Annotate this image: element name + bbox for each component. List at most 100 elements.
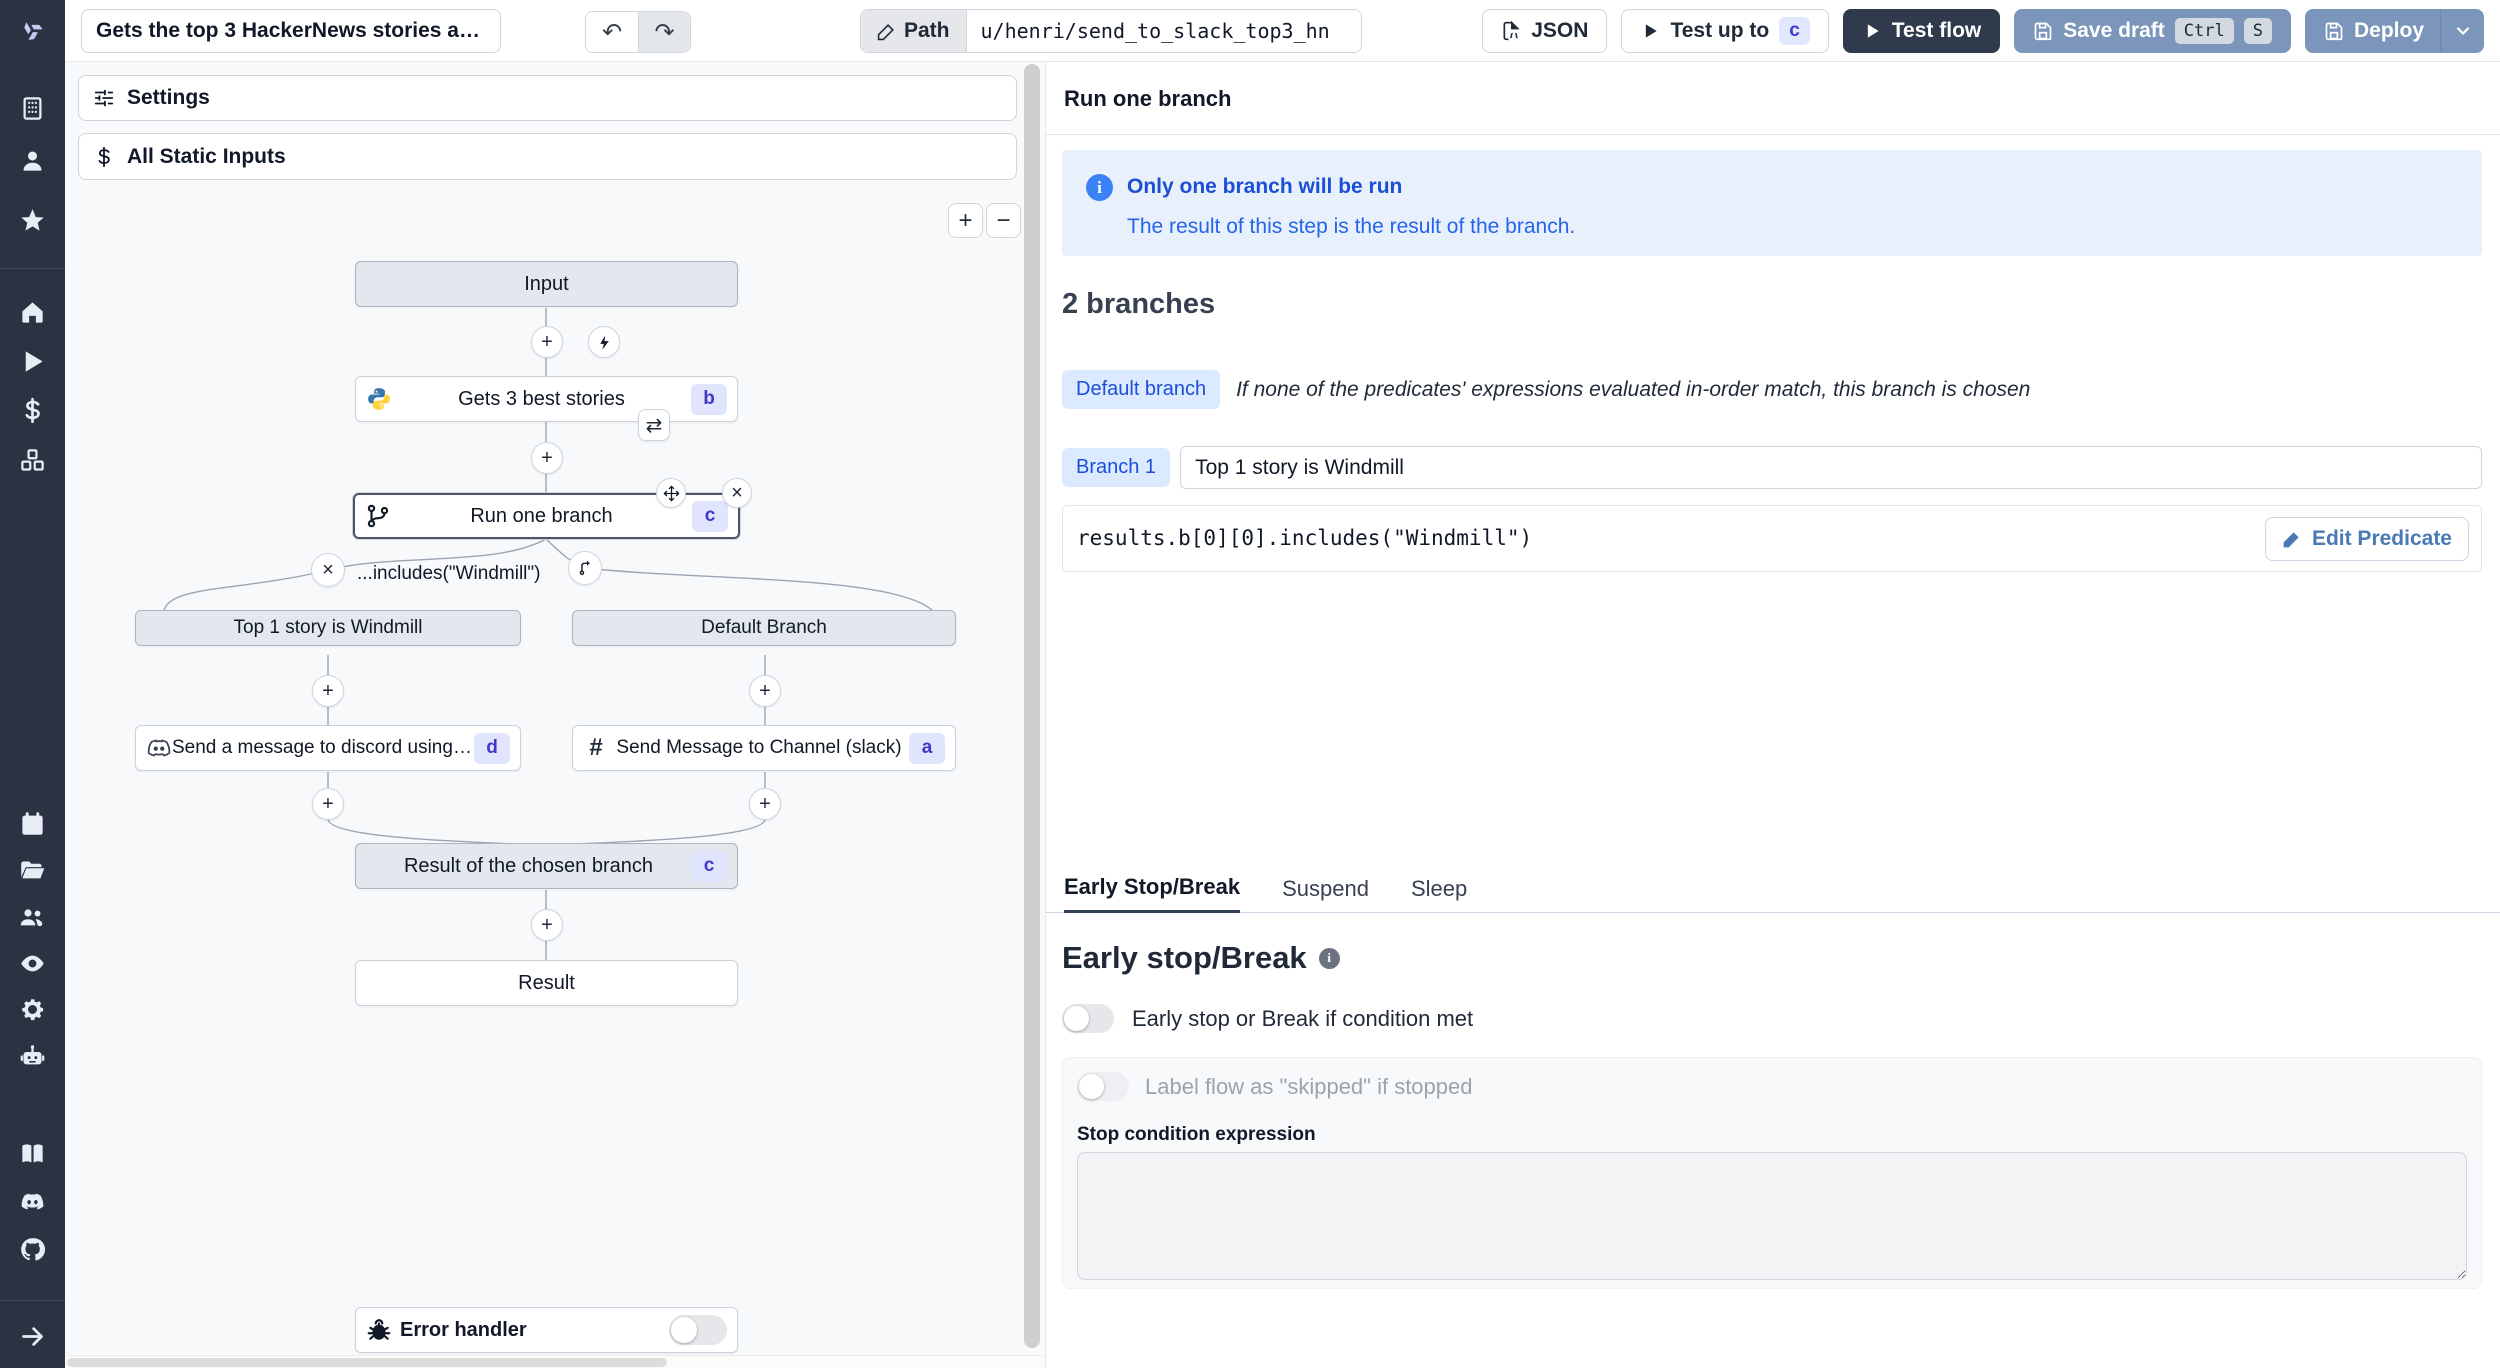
move-node-button[interactable] <box>656 478 686 508</box>
add-step-button[interactable]: + <box>531 326 563 358</box>
slack-hash-icon: # <box>589 734 603 761</box>
pencil-icon <box>2282 529 2302 549</box>
remove-branch-button[interactable]: × <box>311 553 345 587</box>
node-label: Default Branch <box>701 617 827 638</box>
top-toolbar: ↶ ↷ Path JSON Test up to c Test flow Sav… <box>65 0 2500 62</box>
flow-canvas-panel: Settings All Static Inputs + − Input + G… <box>65 62 1045 1368</box>
keycap-s: S <box>2243 18 2272 44</box>
path-label: Path <box>904 19 950 42</box>
step-id-badge: d <box>474 732 510 764</box>
flow-vertical-scrollbar[interactable] <box>1022 62 1042 1352</box>
schedules-calendar-icon[interactable] <box>0 803 65 843</box>
step-id-badge: c <box>692 500 728 532</box>
flow-summary-input[interactable] <box>81 9 501 53</box>
bug-icon <box>366 1317 392 1343</box>
label-skipped-toggle-label: Label flow as "skipped" if stopped <box>1145 1073 1473 1099</box>
redo-button[interactable]: ↷ <box>638 12 690 52</box>
deploy-button[interactable]: Deploy <box>2304 9 2484 53</box>
flow-settings-button[interactable]: Settings <box>78 75 1017 121</box>
path-chip[interactable]: Path <box>861 10 966 52</box>
all-static-inputs-button[interactable]: All Static Inputs <box>78 133 1017 180</box>
settings-gear-icon[interactable] <box>0 989 65 1029</box>
undo-redo-group: ↶ ↷ <box>585 11 691 53</box>
path-input[interactable] <box>965 10 1361 52</box>
folders-icon[interactable] <box>0 850 65 890</box>
user-icon[interactable] <box>0 140 65 180</box>
variables-dollar-icon[interactable] <box>0 390 65 430</box>
git-branch-icon <box>365 503 391 529</box>
branch-header-right[interactable]: Default Branch <box>572 610 956 646</box>
node-gets-stories[interactable]: Gets 3 best stories b <box>355 376 738 422</box>
info-icon: i <box>1086 174 1113 201</box>
add-branch-button[interactable] <box>568 551 602 585</box>
edit-predicate-label: Edit Predicate <box>2311 527 2452 550</box>
undo-button[interactable]: ↶ <box>586 12 638 52</box>
stop-condition-textarea[interactable] <box>1077 1152 2467 1280</box>
windmill-logo[interactable] <box>0 10 65 50</box>
node-label: Input <box>524 272 569 295</box>
branch-predicate-edge-label: ...includes("Windmill") <box>357 563 541 584</box>
resources-cubes-icon[interactable] <box>0 440 65 480</box>
label-skipped-toggle[interactable] <box>1077 1072 1129 1101</box>
add-step-button[interactable]: + <box>312 675 344 707</box>
flow-horizontal-scrollbar[interactable] <box>65 1355 1045 1368</box>
branch1-name-input[interactable] <box>1180 446 2482 489</box>
node-label: Result of the chosen branch <box>403 854 654 877</box>
early-stop-toggle-label: Early stop or Break if condition met <box>1132 1005 1474 1031</box>
play-icon <box>1862 21 1882 41</box>
play-icon <box>1640 21 1660 41</box>
groups-users-icon[interactable] <box>0 897 65 937</box>
test-flow-label: Test flow <box>1891 19 1982 42</box>
node-label: Send a message to discord using w... <box>172 737 474 758</box>
branch1-badge: Branch 1 <box>1062 448 1171 487</box>
node-discord[interactable]: Send a message to discord using w... d <box>135 725 521 771</box>
branch-header-left[interactable]: Top 1 story is Windmill <box>135 610 521 646</box>
sidebar-divider <box>0 1300 65 1301</box>
node-error-handler[interactable]: Error handler <box>355 1307 738 1353</box>
error-handler-toggle[interactable] <box>669 1315 727 1345</box>
node-label: Error handler <box>400 1318 527 1341</box>
predicate-expression: results.b[0][0].includes("Windmill") <box>1077 526 1533 550</box>
runs-play-icon[interactable] <box>0 341 65 381</box>
node-input[interactable]: Input <box>355 261 738 307</box>
discord-outline-icon <box>146 735 172 761</box>
audit-eye-icon[interactable] <box>0 943 65 983</box>
github-icon[interactable] <box>0 1229 65 1269</box>
ai-robot-icon[interactable] <box>0 1036 65 1076</box>
zoom-in-button[interactable]: + <box>948 203 983 238</box>
retry-loop-button[interactable]: ⇄ <box>638 409 670 441</box>
favorites-star-icon[interactable] <box>0 200 65 240</box>
save-icon <box>2324 21 2344 41</box>
save-icon <box>2033 21 2053 41</box>
chevron-down-icon[interactable] <box>2453 21 2473 41</box>
early-stop-toggle[interactable] <box>1062 1004 1114 1033</box>
edit-predicate-button[interactable]: Edit Predicate <box>2264 517 2469 561</box>
docs-book-icon[interactable] <box>0 1133 65 1173</box>
node-slack[interactable]: # Send Message to Channel (slack) a <box>572 725 956 771</box>
add-step-button[interactable]: + <box>749 675 781 707</box>
test-up-to-button[interactable]: Test up to c <box>1621 9 1829 53</box>
home-icon[interactable] <box>0 292 65 332</box>
test-flow-button[interactable]: Test flow <box>1842 9 2001 53</box>
add-step-button[interactable]: + <box>312 788 344 820</box>
trigger-bolt-button[interactable] <box>588 326 620 358</box>
expand-arrow-icon[interactable] <box>0 1316 65 1356</box>
tab-early-stop-break[interactable]: Early Stop/Break <box>1064 874 1241 913</box>
step-id-badge: a <box>909 732 945 764</box>
json-button[interactable]: JSON <box>1482 9 1608 53</box>
tab-suspend[interactable]: Suspend <box>1282 876 1369 912</box>
node-result-chosen-branch[interactable]: Result of the chosen branch c <box>355 843 738 889</box>
save-draft-button[interactable]: Save draft Ctrl S <box>2014 9 2291 53</box>
add-step-button[interactable]: + <box>749 788 781 820</box>
add-step-button[interactable]: + <box>531 909 563 941</box>
add-step-button[interactable]: + <box>531 442 563 474</box>
workspace-icon[interactable] <box>0 88 65 128</box>
zoom-out-button[interactable]: − <box>986 203 1021 238</box>
discord-icon[interactable] <box>0 1181 65 1221</box>
node-label: Result <box>518 971 575 994</box>
delete-node-button[interactable]: × <box>722 478 752 508</box>
tab-sleep[interactable]: Sleep <box>1411 876 1467 912</box>
node-label: Send Message to Channel (slack) <box>616 737 902 758</box>
predicate-box: results.b[0][0].includes("Windmill") Edi… <box>1062 505 2482 572</box>
node-result[interactable]: Result <box>355 960 738 1006</box>
